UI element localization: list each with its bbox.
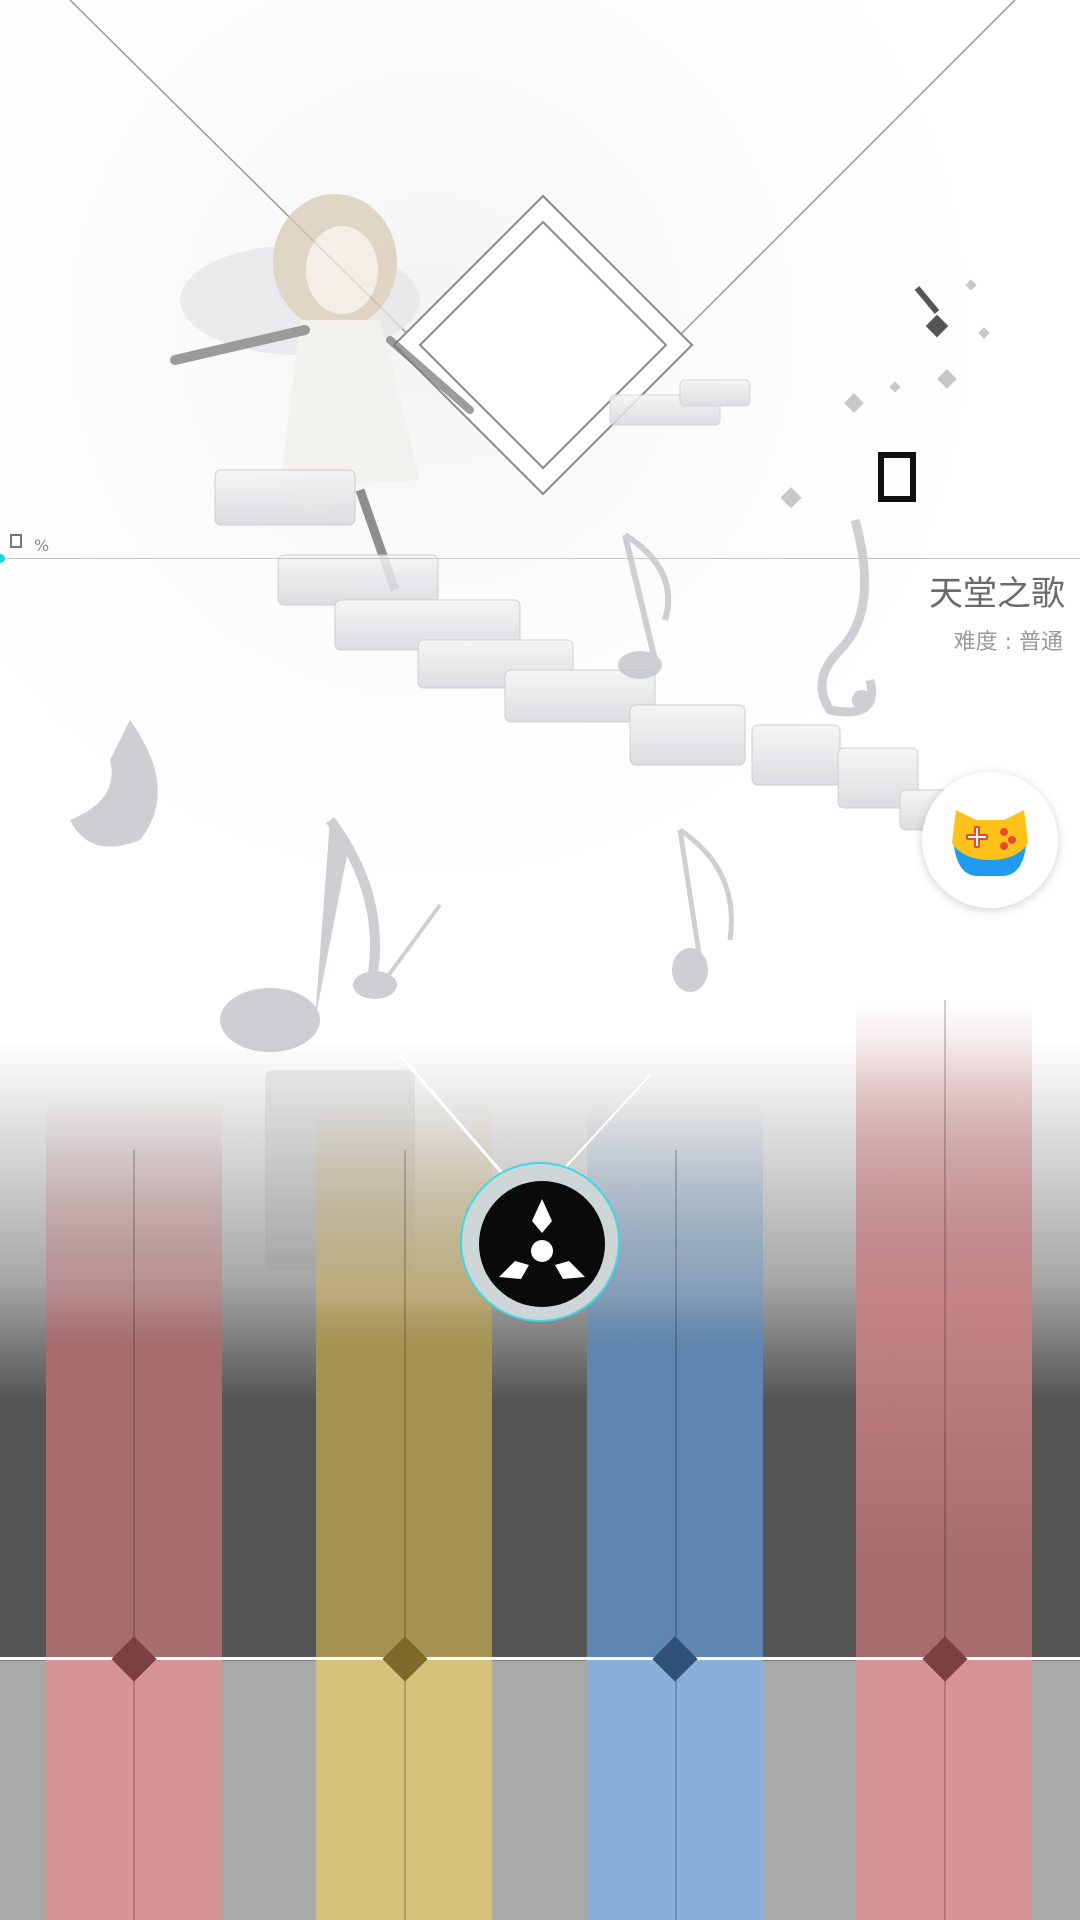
background-illustration [0,0,1080,1270]
progress-line [0,558,1080,559]
tri-blade-icon [499,1199,585,1279]
progress-percent-value [10,534,22,548]
menu-button[interactable] [460,1162,620,1322]
combo-counter [878,452,916,502]
gamepad-icon [952,810,1028,876]
game-center-button[interactable] [922,772,1058,908]
progress-percent-sign: % [34,536,50,555]
game-stage: % 天堂之歌 难度 : 普通 [0,0,1080,1920]
menu-button-core [479,1181,605,1307]
song-title: 天堂之歌 [929,574,1065,614]
song-difficulty: 难度 : 普通 [953,630,1063,655]
